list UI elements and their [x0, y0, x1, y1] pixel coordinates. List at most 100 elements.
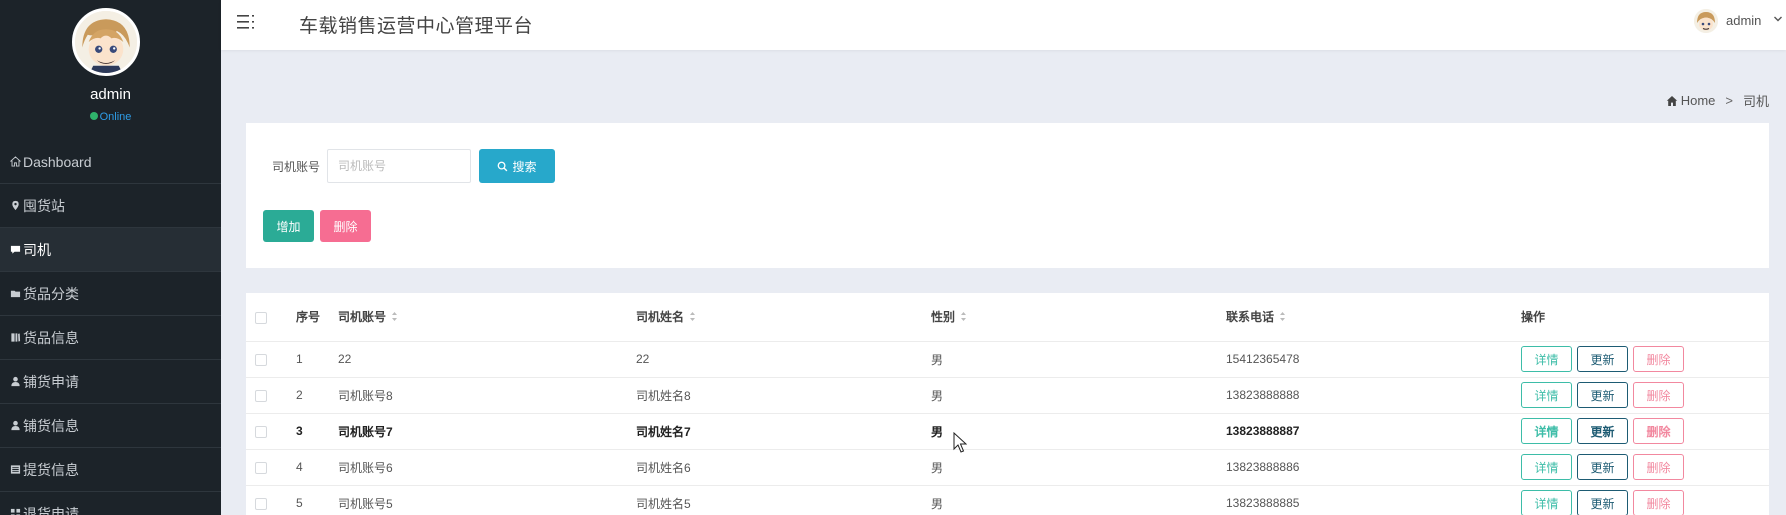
cell-phone: 13823888885: [1226, 496, 1300, 511]
anime-avatar-icon: [1694, 9, 1718, 33]
cell-actions: 详情 更新 删除: [1521, 449, 1769, 485]
cell-index: 2: [296, 388, 303, 402]
add-button[interactable]: 增加: [263, 210, 314, 242]
topbar: 车载销售运营中心管理平台 admin: [221, 0, 1786, 50]
sort-icon: [392, 312, 398, 322]
sidebar-item-label: 退货申请: [23, 505, 79, 515]
mouse-cursor-icon: [953, 432, 967, 453]
folder-icon: [9, 288, 21, 300]
cell-account: 司机账号6: [338, 460, 393, 475]
search-button[interactable]: 搜索: [479, 149, 555, 183]
update-button[interactable]: 更新: [1577, 454, 1628, 480]
row-checkbox[interactable]: [255, 353, 267, 366]
select-all-checkbox[interactable]: [255, 311, 267, 324]
breadcrumb: Home > 司机: [1666, 91, 1769, 110]
sidebar-item-label: 货品分类: [23, 285, 79, 302]
sidebar-item-stock-application[interactable]: 铺货申请: [0, 360, 221, 404]
sort-icon: [690, 312, 696, 322]
sidebar-item-label: 货品信息: [23, 329, 79, 346]
update-button[interactable]: 更新: [1577, 490, 1628, 515]
search-input[interactable]: 司机账号: [327, 149, 471, 183]
cell-gender: 男: [931, 424, 944, 439]
online-dot-icon: [89, 112, 98, 120]
chevron-down-icon[interactable]: [1773, 14, 1783, 24]
grid-icon: [9, 508, 21, 515]
col-phone[interactable]: 联系电话: [1226, 293, 1521, 341]
table-row: 3 司机账号7 司机姓名7 男 13823888887 详情 更新 删除: [246, 413, 1769, 449]
col-name-label: 司机姓名: [636, 310, 685, 325]
sidebar-item-label: 铺货信息: [23, 417, 79, 434]
col-name[interactable]: 司机姓名: [636, 293, 931, 341]
sidebar-item-return-application[interactable]: 退货申请: [0, 492, 221, 515]
cell-name: 22: [636, 352, 650, 366]
batch-delete-button[interactable]: 删除: [320, 210, 371, 242]
update-button[interactable]: 更新: [1577, 346, 1628, 372]
breadcrumb-home[interactable]: Home: [1681, 93, 1716, 108]
delete-button[interactable]: 删除: [1633, 346, 1684, 372]
sort-icon: [961, 312, 967, 322]
cell-name: 司机姓名6: [636, 460, 691, 475]
delete-button[interactable]: 删除: [1633, 454, 1684, 480]
cell-actions: 详情 更新 删除: [1521, 377, 1769, 413]
menu-toggle-icon[interactable]: [236, 12, 256, 32]
breadcrumb-current: 司机: [1742, 94, 1769, 109]
update-button[interactable]: 更新: [1577, 382, 1628, 408]
sidebar-item-pickup-info[interactable]: 提货信息: [0, 448, 221, 492]
col-gender[interactable]: 性别: [931, 293, 1226, 341]
cell-gender: 男: [931, 496, 944, 511]
anime-avatar-icon: [75, 11, 137, 73]
detail-button[interactable]: 详情: [1521, 490, 1572, 515]
table-row: 5 司机账号5 司机姓名5 男 13823888885 详情 更新 删除: [246, 485, 1769, 515]
table-panel: 序号 司机账号 司机姓名 性别 联系电话 操作 1 22 22 男 154123…: [246, 293, 1769, 515]
cell-index: 5: [296, 496, 303, 511]
col-account[interactable]: 司机账号: [338, 293, 636, 341]
update-button[interactable]: 更新: [1577, 418, 1628, 444]
user-icon: [9, 376, 21, 388]
sidebar-item-label: 囤货站: [23, 197, 65, 214]
cell-phone: 15412365478: [1226, 352, 1300, 366]
cell-name: 司机姓名8: [636, 388, 691, 403]
cell-account: 司机账号7: [338, 424, 393, 439]
sidebar: admin Online Dashboard 囤货站 司机 货品分类 货品信息 …: [0, 0, 221, 515]
sidebar-item-label: Dashboard: [23, 153, 92, 170]
cell-actions: 详情 更新 删除: [1521, 413, 1769, 449]
home-icon: [1666, 95, 1677, 106]
avatar[interactable]: [72, 8, 140, 76]
row-checkbox[interactable]: [255, 389, 267, 402]
search-icon: [498, 161, 508, 171]
sidebar-item-goods-info[interactable]: 货品信息: [0, 316, 221, 360]
cell-gender: 男: [931, 388, 944, 403]
cell-gender: 男: [931, 460, 944, 475]
sidebar-item-hoard-station[interactable]: 囤货站: [0, 184, 221, 228]
detail-button[interactable]: 详情: [1521, 346, 1572, 372]
driver-table: 序号 司机账号 司机姓名 性别 联系电话 操作 1 22 22 男 154123…: [246, 293, 1769, 515]
detail-button[interactable]: 详情: [1521, 418, 1572, 444]
delete-button[interactable]: 删除: [1633, 418, 1684, 444]
delete-button[interactable]: 删除: [1633, 490, 1684, 515]
sidebar-item-driver[interactable]: 司机: [0, 228, 221, 272]
cell-index: 4: [296, 460, 303, 474]
app-title: 车载销售运营中心管理平台: [299, 16, 534, 37]
row-checkbox[interactable]: [255, 425, 267, 438]
sidebar-item-stock-info[interactable]: 铺货信息: [0, 404, 221, 448]
user-avatar[interactable]: [1694, 9, 1718, 33]
header-username[interactable]: admin: [1726, 13, 1761, 28]
sidebar-item-goods-category[interactable]: 货品分类: [0, 272, 221, 316]
detail-button[interactable]: 详情: [1521, 454, 1572, 480]
search-panel: 司机账号 司机账号 搜索 增加 删除: [246, 123, 1769, 268]
sidebar-username: admin: [90, 86, 131, 103]
col-index: 序号: [296, 310, 321, 325]
delete-button[interactable]: 删除: [1633, 382, 1684, 408]
table-row: 2 司机账号8 司机姓名8 男 13823888888 详情 更新 删除: [246, 377, 1769, 413]
detail-button[interactable]: 详情: [1521, 382, 1572, 408]
map-marker-icon: [9, 200, 21, 212]
cell-phone: 13823888887: [1226, 424, 1300, 438]
row-checkbox[interactable]: [255, 461, 267, 474]
search-label: 司机账号: [272, 160, 321, 174]
cell-name: 司机姓名7: [636, 424, 691, 439]
sidebar-item-label: 司机: [23, 241, 51, 258]
sidebar-item-dashboard[interactable]: Dashboard: [0, 140, 221, 184]
sort-icon: [1280, 312, 1286, 322]
row-checkbox[interactable]: [255, 498, 267, 511]
sidebar-menu: Dashboard 囤货站 司机 货品分类 货品信息 铺货申请 铺货信息 提货信…: [0, 140, 221, 515]
